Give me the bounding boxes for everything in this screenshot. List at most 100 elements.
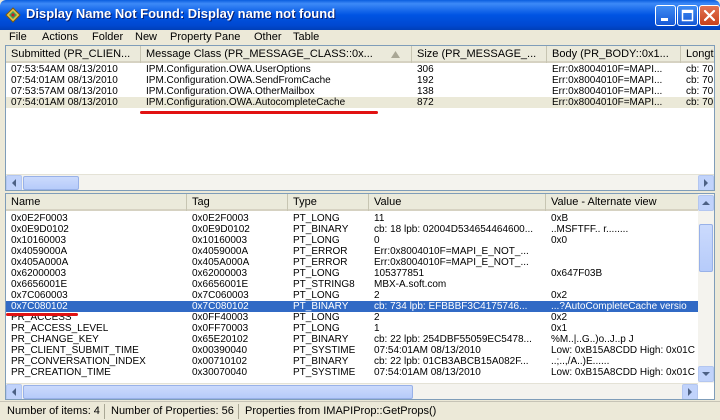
menu-file[interactable]: File <box>9 30 27 45</box>
message-list-hscrollbar[interactable] <box>6 174 714 190</box>
column-tag[interactable]: Tag <box>187 194 288 211</box>
close-button[interactable] <box>699 5 720 26</box>
scroll-left-button[interactable] <box>6 175 22 190</box>
arrow-up-icon <box>702 201 710 205</box>
column-body[interactable]: Body (PR_BODY::0x1... <box>547 46 681 63</box>
prop-alt-value: 0x2 <box>551 290 568 301</box>
property-list-vscrollbar[interactable] <box>698 194 714 383</box>
menu-property-pane[interactable]: Property Pane <box>170 30 240 45</box>
property-row[interactable]: PR_CLIENT_SUBMIT_TIME 0x00390040 PT_SYSTIM… <box>6 345 698 356</box>
prop-value: 11 <box>374 213 385 224</box>
property-row[interactable]: PR_ACCESS 0x0FF40003 PT_LONG 2 0x2 <box>6 312 698 323</box>
row-longterm: cb: 70 <box>686 64 714 75</box>
property-row[interactable]: PR_CHANGE_KEY 0x65E20102 PT_BINARY cb: 22 l… <box>6 334 698 345</box>
prop-name: 0x7C080102 <box>11 301 68 312</box>
scroll-thumb[interactable] <box>23 385 413 399</box>
property-row[interactable]: PR_ACCESS_LEVEL 0x0FF70003 PT_LONG 1 0x1 <box>6 323 698 334</box>
property-list[interactable]: Name Tag Type Value Value - Alternate vi… <box>5 193 715 400</box>
scroll-down-button[interactable] <box>698 366 714 382</box>
prop-alt-value: ...?AutoCompleteCache versio <box>551 301 687 312</box>
prop-alt-value: 0x0 <box>551 235 568 246</box>
prop-name: 0x4059000A <box>11 246 68 257</box>
prop-value: 2 <box>374 312 380 323</box>
close-icon <box>703 9 716 22</box>
prop-alt-value: 0x1 <box>551 323 568 334</box>
prop-name: PR_ACCESS_LEVEL <box>11 323 109 334</box>
property-row[interactable]: PR_CONVERSATION_INDEX 0x00710102 PT_BINARY… <box>6 356 698 367</box>
property-row[interactable]: 0x405A000A 0x405A000A PT_ERROR Err:0x800401… <box>6 257 698 268</box>
row-body: Err:0x8004010F=MAPI... <box>552 64 663 75</box>
row-size: 192 <box>417 75 434 86</box>
column-longterm[interactable]: Longte <box>681 46 714 63</box>
menu-folder[interactable]: Folder <box>92 30 123 45</box>
scroll-left-button[interactable] <box>6 384 22 399</box>
column-type[interactable]: Type <box>288 194 369 211</box>
prop-alt-value: 0xB <box>551 213 569 224</box>
prop-type: PT_BINARY <box>293 334 349 345</box>
prop-type: PT_LONG <box>293 213 340 224</box>
property-row[interactable]: 0x0E2F0003 0x0E2F0003 PT_LONG 11 0xB <box>6 213 698 224</box>
minimize-button[interactable] <box>655 5 676 26</box>
prop-type: PT_LONG <box>293 312 340 323</box>
prop-tag: 0x0E2F0003 <box>192 213 249 224</box>
message-row[interactable]: 07:53:57AM 08/13/2010 IPM.Configuration.… <box>6 86 714 97</box>
property-row[interactable]: 0x62000003 0x62000003 PT_LONG 105377851 0x64… <box>6 268 698 279</box>
message-row[interactable]: 07:54:01AM 08/13/2010 IPM.Configuration.… <box>6 75 714 86</box>
prop-name: PR_CLIENT_SUBMIT_TIME <box>11 345 139 356</box>
property-row[interactable]: 0x4059000A 0x4059000A PT_ERROR Err:0x800401… <box>6 246 698 257</box>
property-row[interactable]: PR_CREATION_TIME 0x30070040 PT_SYSTIME 07:5… <box>6 367 698 378</box>
column-submitted[interactable]: Submitted (PR_CLIEN... <box>6 46 141 63</box>
menu-new[interactable]: New <box>135 30 157 45</box>
column-size[interactable]: Size (PR_MESSAGE_... <box>412 46 547 63</box>
row-longterm: cb: 70 <box>686 86 714 97</box>
message-list[interactable]: Submitted (PR_CLIEN... Message Class (PR… <box>5 45 715 191</box>
column-value[interactable]: Value <box>369 194 546 211</box>
message-row-selected[interactable]: 07:54:01AM 08/13/2010 IPM.Configuration.… <box>6 97 714 108</box>
menu-other[interactable]: Other <box>254 30 282 45</box>
prop-alt-value: %M..|..G..)o..J..p J <box>551 334 634 345</box>
prop-value: cb: 734 lpb: EFBBBF3C4175746... <box>374 301 528 312</box>
maximize-button[interactable] <box>677 5 698 26</box>
prop-tag: 0x62000003 <box>192 268 248 279</box>
prop-name: 0x7C060003 <box>11 290 68 301</box>
vscroll-thumb[interactable] <box>699 224 713 272</box>
status-source: Properties from IMAPIProp::GetProps() <box>245 405 437 417</box>
prop-value: 07:54:01AM 08/13/2010 <box>374 367 481 378</box>
scroll-thumb[interactable] <box>23 176 79 190</box>
property-row[interactable]: 0x0E9D0102 0x0E9D0102 PT_BINARY cb: 18 lpb:… <box>6 224 698 235</box>
prop-value: cb: 22 lpb: 01CB3ABCB15A082F... <box>374 356 529 367</box>
row-longterm: cb: 70 <box>686 75 714 86</box>
prop-value: 1 <box>374 323 380 334</box>
property-row[interactable]: 0x6656001E 0x6656001E PT_STRING8 MBX-A.soft… <box>6 279 698 290</box>
column-message-class[interactable]: Message Class (PR_MESSAGE_CLASS::0x... <box>141 46 412 63</box>
prop-value: Err:0x8004010F=MAPI_E_NOT_... <box>374 246 529 257</box>
property-list-header: Name Tag Type Value Value - Alternate vi… <box>6 194 701 211</box>
message-row[interactable]: 07:53:54AM 08/13/2010 IPM.Configuration.… <box>6 64 714 75</box>
property-row[interactable]: 0x7C060003 0x7C060003 PT_LONG 2 0x2 <box>6 290 698 301</box>
row-longterm: cb: 70 <box>686 97 714 108</box>
prop-value: 2 <box>374 290 380 301</box>
property-row[interactable]: 0x10160003 0x10160003 PT_LONG 0 0x0 <box>6 235 698 246</box>
column-name[interactable]: Name <box>6 194 187 211</box>
prop-alt-value <box>546 246 701 257</box>
prop-type: PT_SYSTIME <box>293 367 356 378</box>
menu-table[interactable]: Table <box>293 30 319 45</box>
prop-type: PT_SYSTIME <box>293 345 356 356</box>
prop-value: 0 <box>374 235 380 246</box>
menu-actions[interactable]: Actions <box>42 30 78 45</box>
row-body: Err:0x8004010F=MAPI... <box>552 86 663 97</box>
scroll-right-button[interactable] <box>698 175 714 190</box>
prop-type: PT_BINARY <box>293 356 349 367</box>
prop-name: 0x10160003 <box>11 235 67 246</box>
prop-name: 0x6656001E <box>11 279 68 290</box>
property-row-selected[interactable]: 0x7C080102 0x7C080102 PT_BINARY cb: 734 lpb… <box>6 301 698 312</box>
scroll-right-button[interactable] <box>682 384 698 399</box>
prop-value: MBX-A.soft.com <box>374 279 447 290</box>
column-value-alternate[interactable]: Value - Alternate view <box>546 194 701 211</box>
scroll-up-button[interactable] <box>698 195 714 211</box>
prop-value: 105377851 <box>374 268 425 279</box>
arrow-left-icon <box>12 388 16 396</box>
prop-name: PR_CONVERSATION_INDEX <box>11 356 146 367</box>
prop-name: PR_CHANGE_KEY <box>11 334 99 345</box>
property-list-hscrollbar[interactable] <box>6 383 698 399</box>
